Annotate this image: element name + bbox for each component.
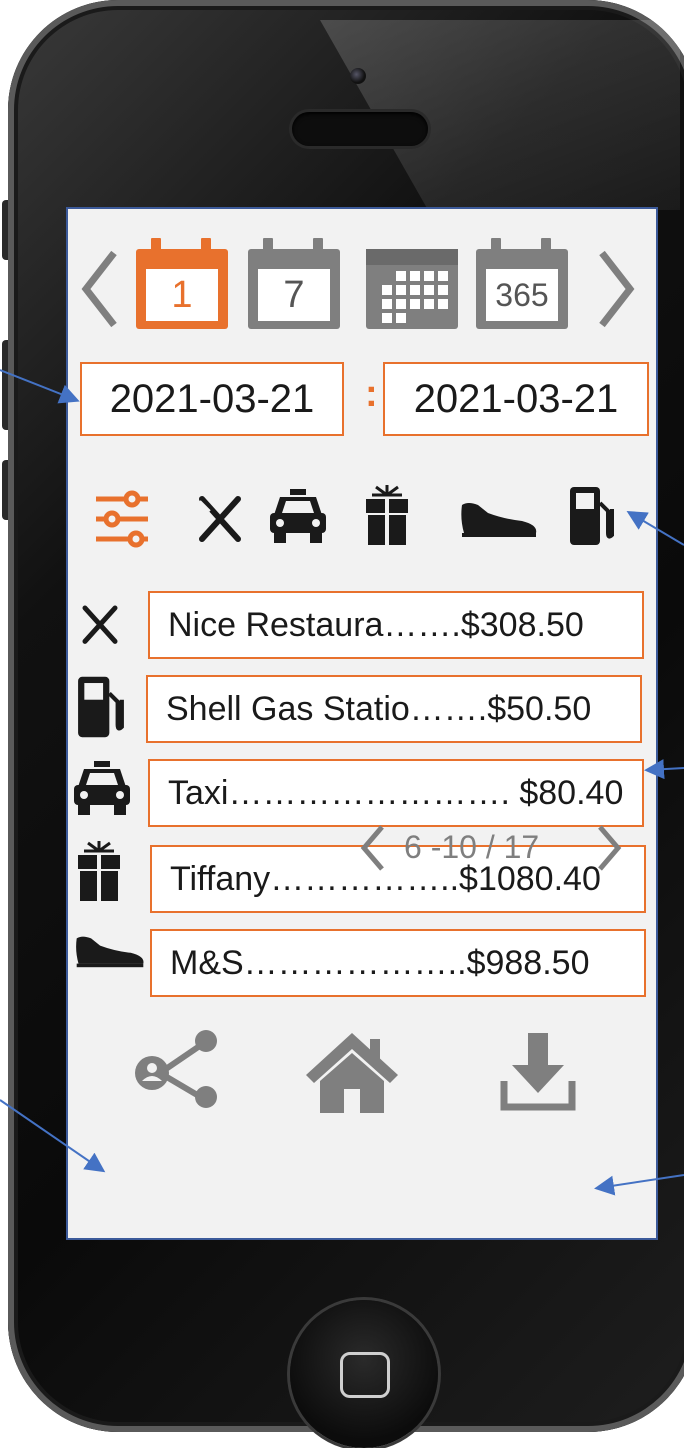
date-to-field[interactable]: 2021-03-21: [383, 362, 649, 436]
period-tab-year-label: 365: [486, 269, 558, 321]
chevron-right-icon[interactable]: [596, 249, 636, 329]
filter-sliders-icon[interactable]: [94, 489, 150, 549]
period-tab-day-label: 1: [146, 269, 218, 321]
earpiece-speaker: [292, 112, 428, 146]
gas-pump-icon[interactable]: [568, 485, 616, 547]
share-icon[interactable]: [132, 1029, 228, 1109]
phone-mockup: 1 7 365 2021-03-21: 2021-03-21 Nice Res…: [0, 0, 684, 1448]
expense-row-ms[interactable]: M&S………………..$988.50: [150, 929, 646, 997]
date-from-field[interactable]: 2021-03-21: [80, 362, 344, 436]
date-separator: :: [365, 373, 378, 415]
period-tab-year[interactable]: 365: [476, 233, 568, 333]
row-shoe-icon: [76, 936, 144, 968]
download-icon[interactable]: [500, 1031, 576, 1111]
period-tab-week-label: 7: [258, 269, 330, 321]
row-taxi-icon: [74, 761, 130, 815]
page-next-icon[interactable]: [594, 823, 624, 873]
expense-row-taxi[interactable]: Taxi……………………. $80.40: [148, 759, 644, 827]
expense-row-restaurant[interactable]: Nice Restaura…….$308.50: [148, 591, 644, 659]
row-gas-pump-icon: [78, 676, 124, 738]
pagination: 6 -10 / 17: [358, 821, 628, 877]
app-screen: 1 7 365 2021-03-21: 2021-03-21 Nice Res…: [66, 207, 658, 1240]
period-tab-week[interactable]: 7: [248, 233, 340, 333]
page-prev-icon[interactable]: [358, 823, 388, 873]
period-tab-month[interactable]: [366, 233, 458, 333]
period-tab-day[interactable]: 1: [136, 233, 228, 333]
calendar-month-icon: [382, 271, 448, 323]
home-hardware-button[interactable]: [290, 1300, 438, 1448]
home-icon[interactable]: [304, 1029, 400, 1115]
expense-row-gas-station[interactable]: Shell Gas Statio…….$50.50: [146, 675, 642, 743]
gift-icon[interactable]: [364, 483, 410, 547]
chevron-left-icon[interactable]: [80, 249, 120, 329]
row-gift-icon: [78, 841, 120, 901]
page-indicator: 6 -10 / 17: [404, 829, 540, 865]
row-restaurant-icon: [82, 605, 118, 644]
shoe-icon[interactable]: [458, 499, 540, 539]
taxi-icon[interactable]: [268, 489, 328, 545]
front-camera: [350, 68, 366, 84]
restaurant-icon[interactable]: [196, 491, 244, 543]
period-selector: 1 7 365: [68, 209, 656, 339]
